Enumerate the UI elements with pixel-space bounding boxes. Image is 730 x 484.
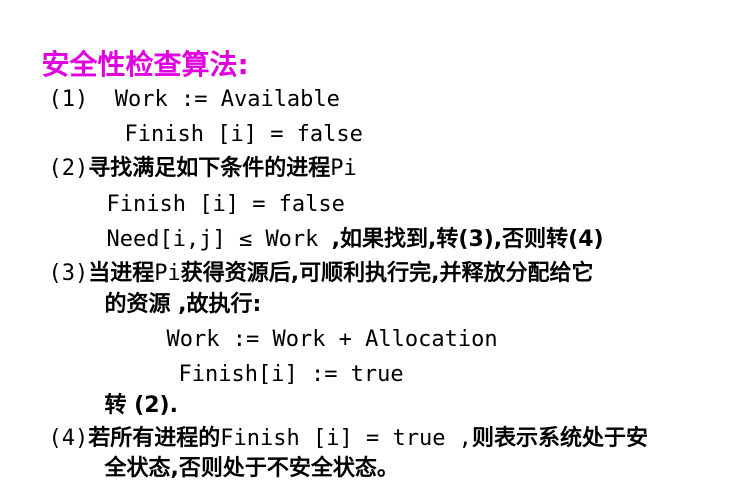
step4-text-b: 全状态,否则处于不安全状态。 bbox=[104, 456, 399, 481]
step4-line-b: 全状态,否则处于不安全状态。 bbox=[78, 424, 399, 484]
step3-code-finish: Finish[i] := true bbox=[178, 362, 404, 387]
step1-number: (1) bbox=[48, 87, 89, 112]
step3-code2: Finish[i] := true bbox=[152, 330, 404, 390]
step4-text-a3: 则表示系统处于安 bbox=[471, 426, 648, 451]
